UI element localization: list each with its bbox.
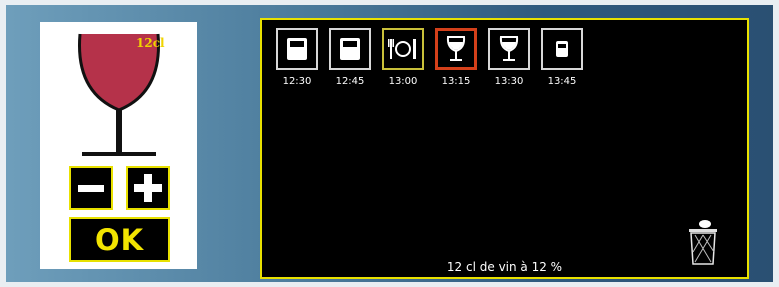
timeline-time: 13:45	[547, 76, 577, 87]
timeline-panel: 12:30 12:45 13:00 13:15 13:30 13:45 12 cl de …	[260, 18, 749, 279]
increase-button[interactable]	[126, 166, 170, 210]
small-glass-icon[interactable]	[541, 28, 583, 70]
timeline-time: 13:30	[494, 76, 524, 87]
timeline-time: 12:30	[282, 76, 312, 87]
wine-glass-icon[interactable]	[435, 28, 477, 70]
minus-icon	[78, 184, 104, 192]
status-message: 12 cl de vin à 12 %	[446, 260, 563, 274]
glass-of-water-icon[interactable]	[276, 28, 318, 70]
timeline-time: 13:15	[441, 76, 471, 87]
ok-button[interactable]: OK	[69, 217, 170, 262]
timeline-time: 12:45	[335, 76, 365, 87]
meal-icon[interactable]	[382, 28, 424, 70]
plus-icon	[134, 174, 162, 202]
wine-glass-icon[interactable]	[488, 28, 530, 70]
timeline-item[interactable]: 12:45	[327, 28, 373, 87]
glass-volume-label: 12cl	[136, 36, 165, 50]
glass-of-water-icon[interactable]	[329, 28, 371, 70]
timeline-item[interactable]: 13:15	[433, 28, 479, 87]
timeline-item[interactable]: 13:30	[486, 28, 532, 87]
timeline-item[interactable]: 13:00	[380, 28, 426, 87]
timeline-item[interactable]: 13:45	[539, 28, 585, 87]
timeline-item[interactable]: 12:30	[274, 28, 320, 87]
decrease-button[interactable]	[69, 166, 113, 210]
timeline: 12:30 12:45 13:00 13:15 13:30 13:45	[274, 28, 585, 87]
timeline-time: 13:00	[388, 76, 418, 87]
trash-icon[interactable]	[686, 218, 720, 268]
wine-glass-illustration	[77, 33, 161, 156]
